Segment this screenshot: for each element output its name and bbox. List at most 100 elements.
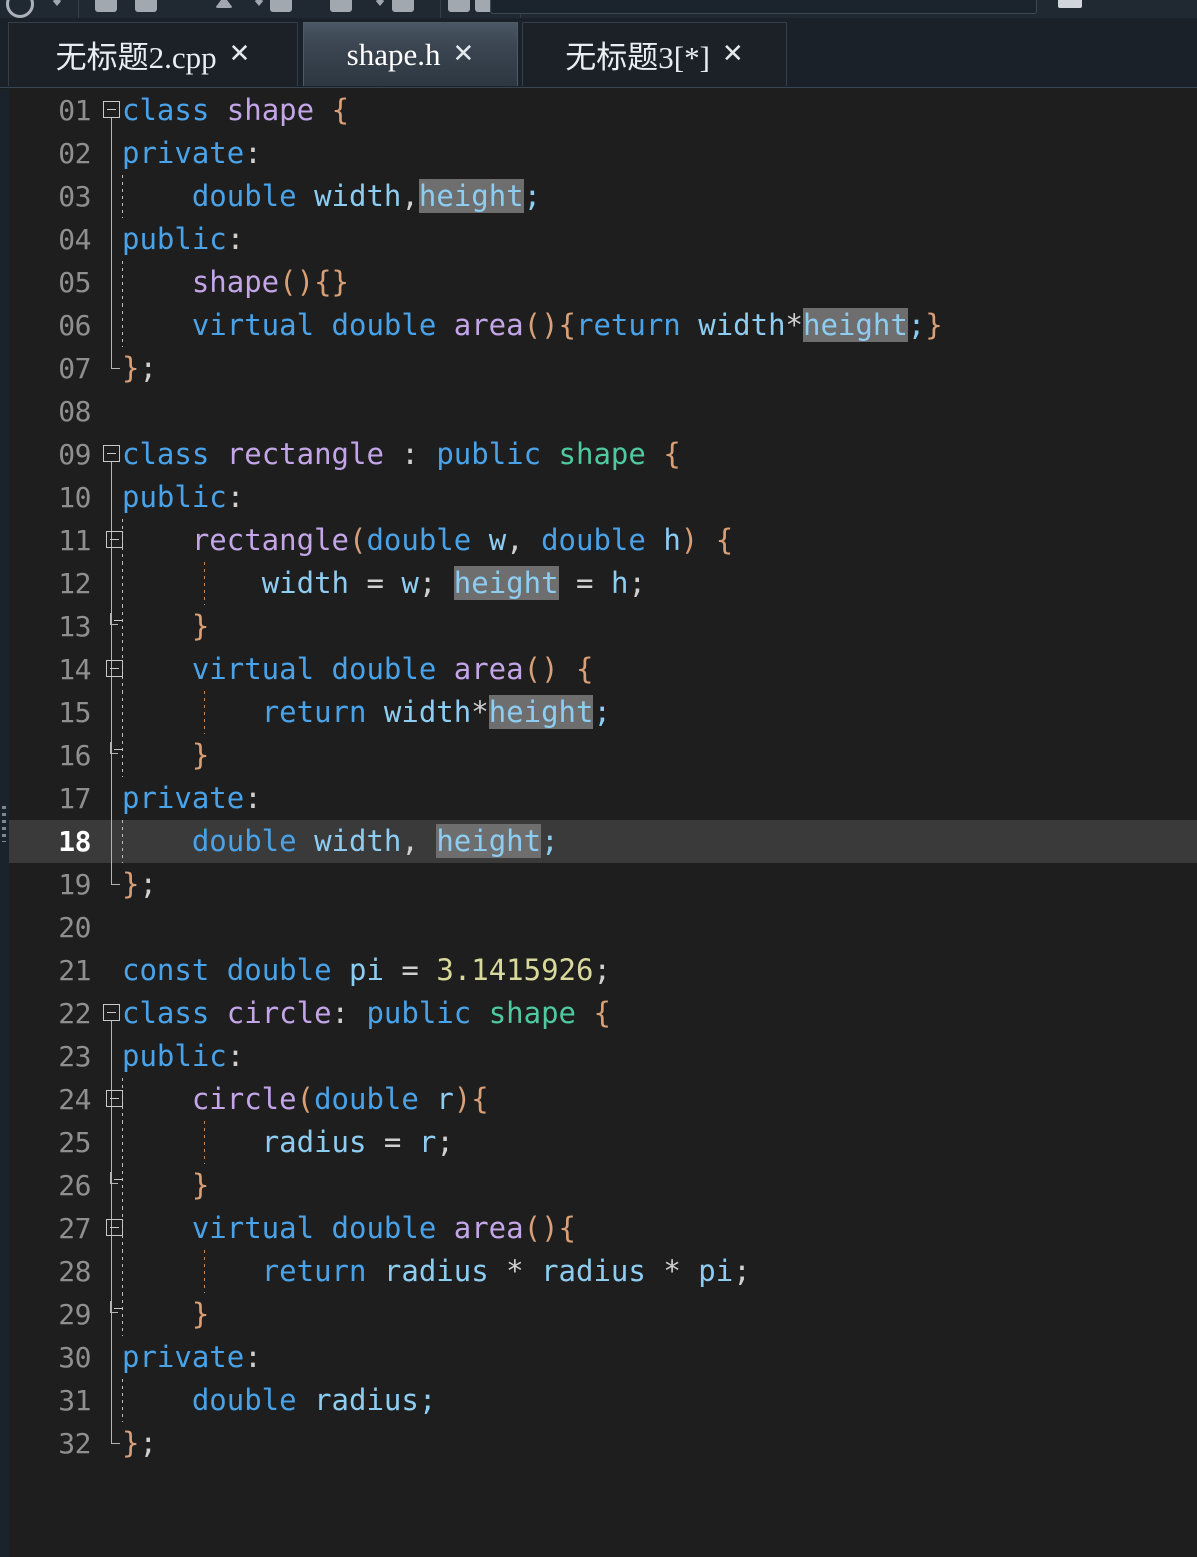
- token-var: ;: [541, 824, 559, 858]
- fold-toggle-icon[interactable]: [106, 1090, 123, 1107]
- token-pun: [384, 953, 401, 987]
- run-dropdown-icon[interactable]: [375, 0, 385, 6]
- line-number: 31: [58, 1384, 91, 1417]
- token-pun: [594, 566, 611, 600]
- code-line[interactable]: 31 double radius;: [9, 1379, 1197, 1422]
- compile-dropdown-icon[interactable]: [254, 0, 264, 6]
- build-icon[interactable]: [270, 0, 292, 12]
- code-text: }: [122, 1164, 209, 1207]
- code-line[interactable]: 26 }: [9, 1164, 1197, 1207]
- token-pun: [209, 953, 226, 987]
- token-pun: [122, 265, 192, 299]
- code-line[interactable]: 30 private:: [9, 1336, 1197, 1379]
- fold-rail: [111, 118, 112, 132]
- fold-toggle-icon[interactable]: [110, 1301, 123, 1313]
- code-line[interactable]: 28 return radius * radius * pi;: [9, 1250, 1197, 1293]
- code-line[interactable]: 03 double width,height;: [9, 175, 1197, 218]
- code-line[interactable]: 25 radius = r;: [9, 1121, 1197, 1164]
- code-line[interactable]: 18 double width, height;: [9, 820, 1197, 863]
- line-number: 10: [58, 481, 91, 514]
- new-file-icon[interactable]: [6, 0, 34, 18]
- code-line[interactable]: 04 public:: [9, 218, 1197, 261]
- compile-run-icon[interactable]: [215, 0, 233, 8]
- code-line[interactable]: 02 private:: [9, 132, 1197, 175]
- layout-toggle-icon[interactable]: [1058, 0, 1082, 8]
- fold-toggle-icon[interactable]: [106, 1219, 123, 1236]
- code-line[interactable]: 24 circle(double r){: [9, 1078, 1197, 1121]
- token-pun: [122, 308, 192, 342]
- code-lines-container[interactable]: 01 class shape {02 private: 03 double width…: [9, 89, 1197, 1557]
- fold-toggle-icon[interactable]: [103, 1004, 120, 1021]
- fold-toggle-icon[interactable]: [103, 445, 120, 462]
- code-line[interactable]: 17 private:: [9, 777, 1197, 820]
- open-file-icon[interactable]: [95, 0, 117, 12]
- fold-toggle-icon[interactable]: [110, 613, 123, 625]
- code-line[interactable]: 19};: [9, 863, 1197, 906]
- code-line[interactable]: 29 }: [9, 1293, 1197, 1336]
- token-op: (: [348, 523, 367, 557]
- token-pun: [384, 566, 401, 600]
- run-icon[interactable]: [330, 0, 352, 12]
- stop-icon[interactable]: [448, 0, 470, 12]
- code-line[interactable]: 22 class circle: public shape {: [9, 992, 1197, 1035]
- fold-toggle-icon[interactable]: [106, 531, 123, 548]
- change-marker: [2, 806, 6, 842]
- editor-tab-2[interactable]: shape.h ✕: [303, 22, 518, 86]
- code-line[interactable]: 14 virtual double area() {: [9, 648, 1197, 691]
- token-typ: rectangle: [226, 437, 384, 471]
- token-typ: shape: [191, 265, 280, 299]
- fold-rail: [111, 261, 112, 304]
- token-var: ;: [593, 695, 611, 729]
- token-op: }: [122, 351, 140, 385]
- toolbar-search-field[interactable]: [490, 0, 1037, 14]
- debug-icon[interactable]: [392, 0, 414, 12]
- fold-toggle-icon[interactable]: [110, 1172, 123, 1184]
- code-line[interactable]: 09 class rectangle : public shape {: [9, 433, 1197, 476]
- token-pun: [559, 652, 576, 686]
- code-line[interactable]: 20: [9, 906, 1197, 949]
- line-number: 03: [58, 180, 91, 213]
- editor-tab-3[interactable]: 无标题3[*] ✕: [522, 22, 787, 86]
- code-text: class shape {: [122, 89, 349, 132]
- token-kw: class: [122, 437, 210, 471]
- fold-toggle-icon[interactable]: [103, 101, 120, 118]
- new-dropdown-icon[interactable]: [52, 0, 62, 6]
- code-line[interactable]: 13 }: [9, 605, 1197, 648]
- line-number: 32: [58, 1427, 91, 1460]
- tab-close-icon[interactable]: ✕: [722, 41, 744, 67]
- token-pun: [122, 1211, 192, 1245]
- code-line[interactable]: 16 }: [9, 734, 1197, 777]
- token-pun: [297, 824, 314, 858]
- tab-close-icon[interactable]: ✕: [453, 41, 475, 67]
- token-op: }: [191, 609, 210, 643]
- code-line[interactable]: 07};: [9, 347, 1197, 390]
- save-icon[interactable]: [135, 0, 157, 12]
- code-line[interactable]: 23 public:: [9, 1035, 1197, 1078]
- code-line[interactable]: 08: [9, 390, 1197, 433]
- editor-tab-1[interactable]: 无标题2.cpp ✕: [8, 22, 298, 86]
- line-number: 28: [58, 1255, 91, 1288]
- fold-rail: [111, 304, 112, 347]
- code-text: public:: [122, 1035, 244, 1078]
- fold-rail: [111, 605, 112, 648]
- code-text: return width*height;: [122, 691, 611, 734]
- token-pun: [122, 566, 262, 600]
- code-text: private:: [122, 132, 262, 175]
- code-line[interactable]: 05 shape(){}: [9, 261, 1197, 304]
- code-line[interactable]: 12 width = w; height = h;: [9, 562, 1197, 605]
- code-line[interactable]: 11 rectangle(double w, double h) {: [9, 519, 1197, 562]
- fold-toggle-icon[interactable]: [106, 660, 123, 677]
- code-line[interactable]: 21 const double pi = 3.1415926;: [9, 949, 1197, 992]
- token-op: {}: [314, 265, 349, 299]
- token-kw: double: [191, 824, 297, 858]
- code-line[interactable]: 10 public:: [9, 476, 1197, 519]
- code-line[interactable]: 15 return width*height;: [9, 691, 1197, 734]
- fold-toggle-icon[interactable]: [110, 742, 123, 754]
- code-editor[interactable]: 01 class shape {02 private: 03 double width…: [0, 89, 1197, 1557]
- token-pun: ;: [418, 566, 454, 600]
- code-line[interactable]: 32};: [9, 1422, 1197, 1465]
- tab-close-icon[interactable]: ✕: [229, 41, 251, 67]
- code-line[interactable]: 06 virtual double area(){return width*he…: [9, 304, 1197, 347]
- code-line[interactable]: 01 class shape {: [9, 89, 1197, 132]
- code-line[interactable]: 27 virtual double area(){: [9, 1207, 1197, 1250]
